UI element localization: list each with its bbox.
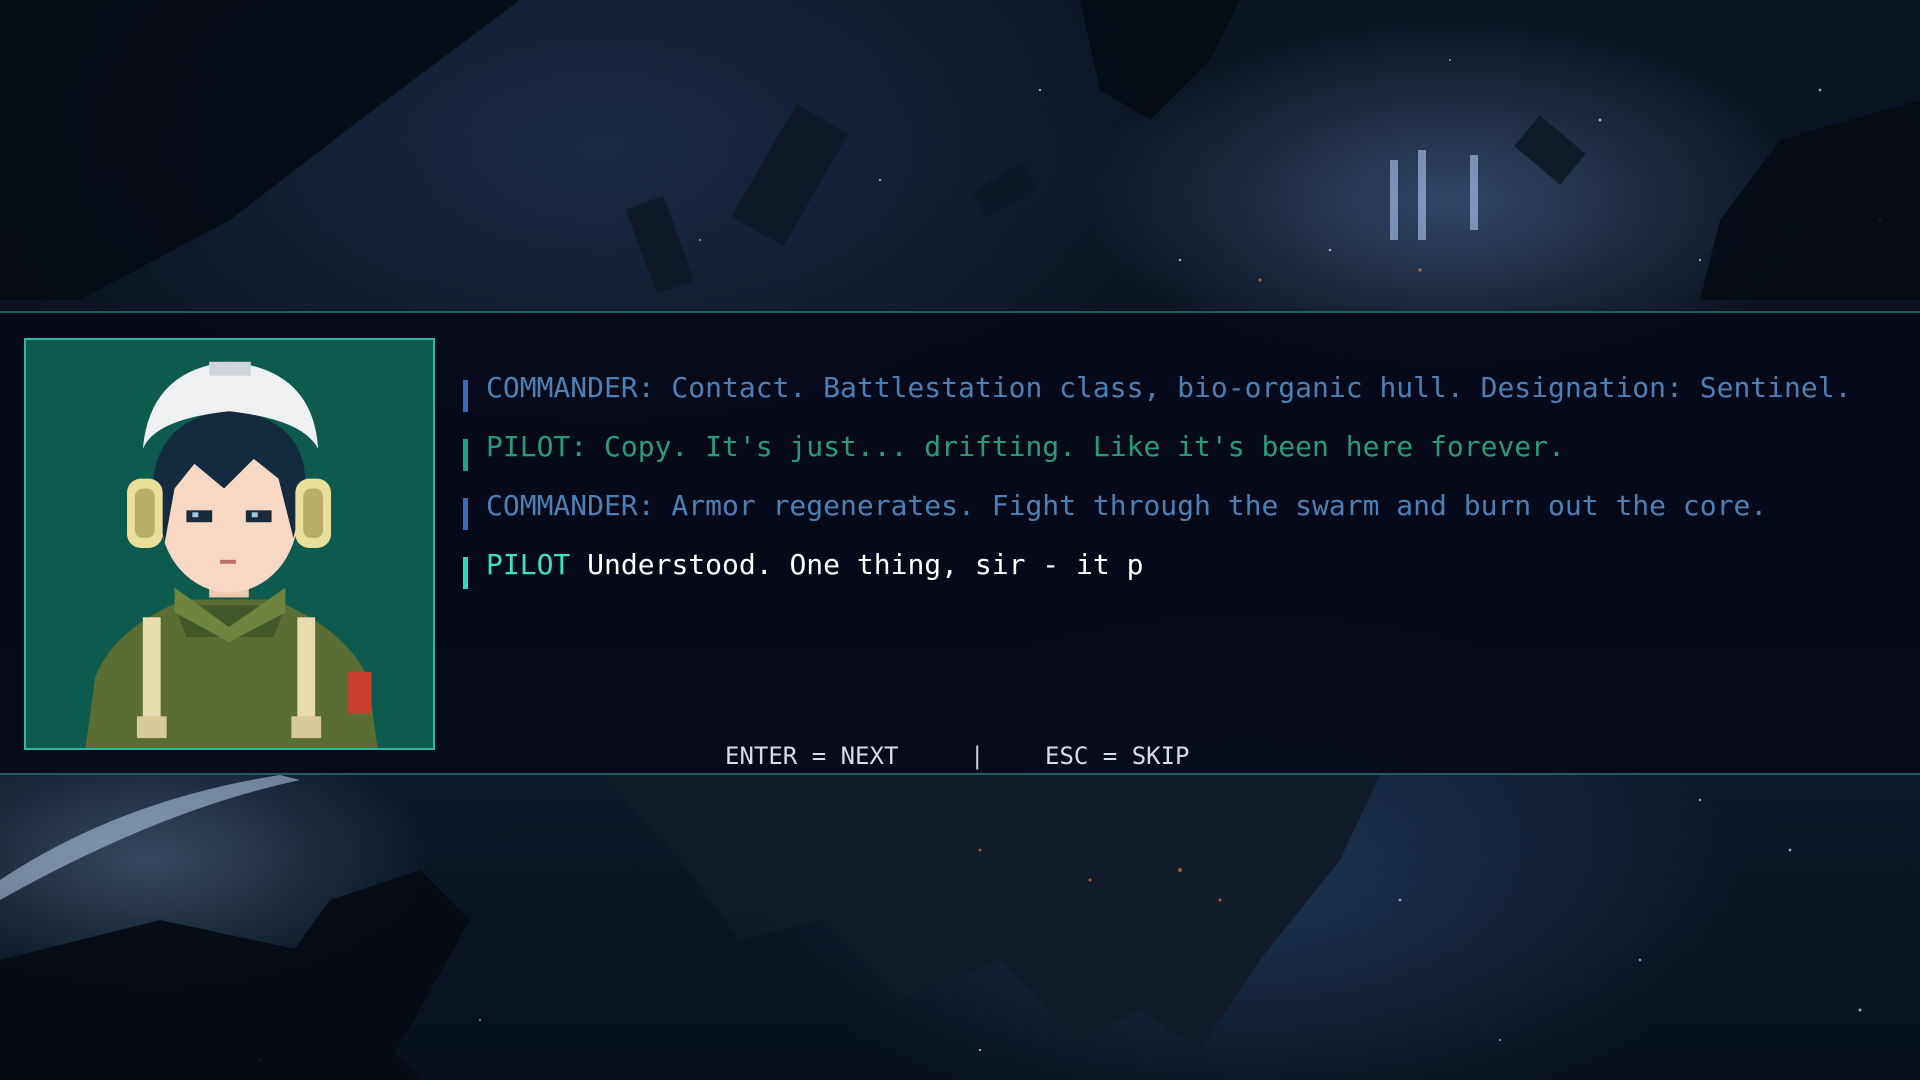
game-scene: COMMANDER: Contact. Battlestation class,…: [0, 0, 1920, 1080]
dialog-line-text: COMMANDER: Armor regenerates. Fight thro…: [486, 489, 1768, 522]
dialog-line-text: PILOT: Copy. It's just... drifting. Like…: [486, 430, 1565, 463]
current-dialog-line[interactable]: PILOT Understood. One thing, sir - it p: [463, 545, 1913, 604]
dialog-line: PILOT: Copy. It's just... drifting. Like…: [463, 427, 1913, 486]
dialog-panel: COMMANDER: Contact. Battlestation class,…: [0, 311, 1920, 775]
current-line-text: Understood. One thing, sir - it p: [587, 548, 1144, 581]
next-hint[interactable]: ENTER = NEXT: [725, 741, 898, 771]
line-marker: [463, 557, 468, 589]
pilot-portrait: [24, 338, 435, 750]
line-marker: [463, 439, 468, 471]
pilot-portrait-icon: [26, 340, 433, 748]
skip-hint[interactable]: ESC = SKIP: [1045, 741, 1190, 771]
dialog-line: COMMANDER: Armor regenerates. Fight thro…: [463, 486, 1913, 545]
dialog-log: COMMANDER: Contact. Battlestation class,…: [463, 368, 1913, 604]
dialog-line: COMMANDER: Contact. Battlestation class,…: [463, 368, 1913, 427]
line-marker: [463, 498, 468, 530]
speaker-name: PILOT: [486, 548, 571, 581]
dialog-line-text: COMMANDER: Contact. Battlestation class,…: [486, 371, 1852, 404]
line-marker: [463, 380, 468, 412]
hint-separator: |: [970, 742, 985, 770]
